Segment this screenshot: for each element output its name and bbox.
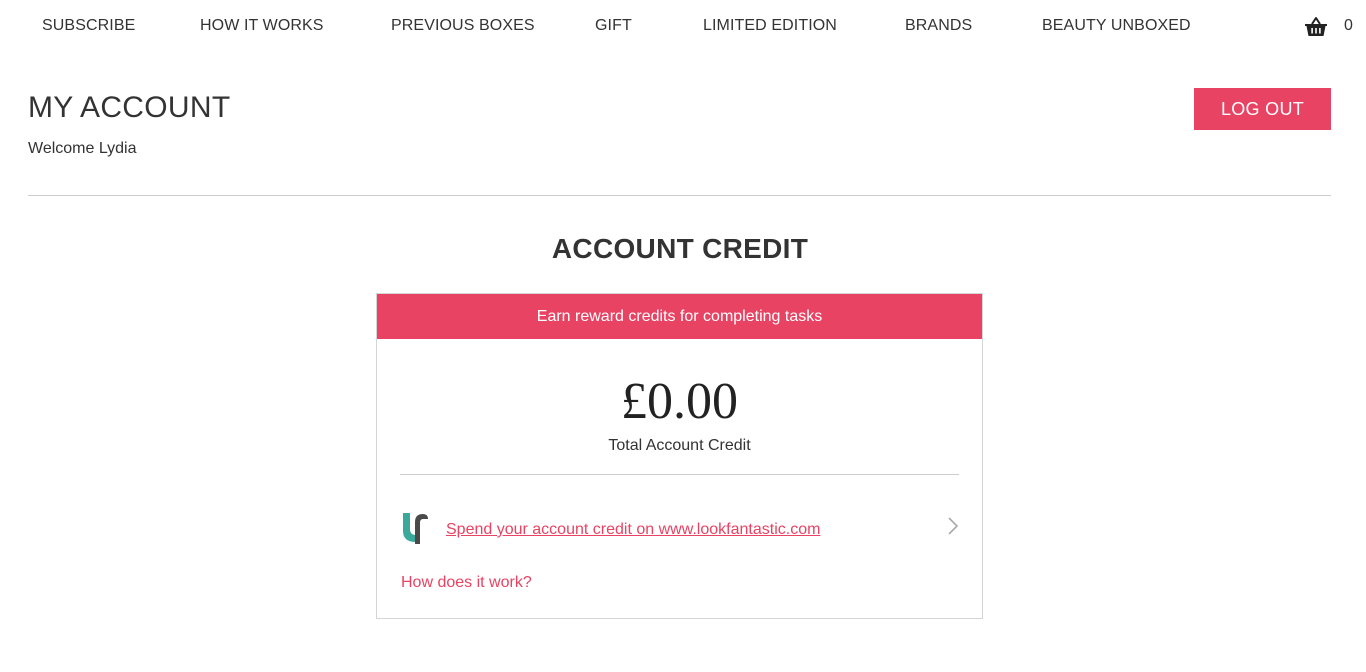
account-credit-title: ACCOUNT CREDIT	[551, 233, 809, 264]
logout-button[interactable]: LOG OUT	[1194, 88, 1331, 130]
welcome-message: Welcome Lydia	[28, 140, 137, 157]
top-navigation: SUBSCRIBE HOW IT WORKS PREVIOUS BOXES GI…	[0, 0, 1366, 54]
nav-item-gift[interactable]: GIFT	[595, 17, 632, 35]
basket-count: 0	[1344, 17, 1353, 34]
nav-item-beauty-unboxed[interactable]: BEAUTY UNBOXED	[1042, 17, 1191, 35]
header-divider	[28, 195, 1331, 196]
nav-item-how-it-works[interactable]: HOW IT WORKS	[200, 17, 324, 35]
page-title: MY ACCOUNT	[28, 91, 231, 124]
account-credit-card: Earn reward credits for completing tasks…	[376, 293, 983, 619]
spend-credit-row[interactable]: Spend your account credit on www.lookfan…	[401, 508, 959, 548]
credit-amount-label: Total Account Credit	[608, 437, 751, 454]
reward-banner[interactable]: Earn reward credits for completing tasks	[377, 294, 982, 339]
lookfantastic-logo-icon	[401, 510, 431, 546]
nav-item-previous-boxes[interactable]: PREVIOUS BOXES	[391, 17, 535, 35]
basket-icon[interactable]	[1304, 15, 1328, 39]
nav-item-limited-edition[interactable]: LIMITED EDITION	[703, 17, 837, 35]
credit-amount: £0.00	[621, 373, 738, 430]
spend-credit-link[interactable]: Spend your account credit on www.lookfan…	[446, 521, 820, 539]
nav-item-subscribe[interactable]: SUBSCRIBE	[42, 17, 135, 35]
how-does-it-work-link[interactable]: How does it work?	[401, 574, 532, 592]
card-divider	[400, 474, 959, 475]
nav-item-brands[interactable]: BRANDS	[905, 17, 972, 35]
chevron-right-icon	[947, 516, 959, 536]
